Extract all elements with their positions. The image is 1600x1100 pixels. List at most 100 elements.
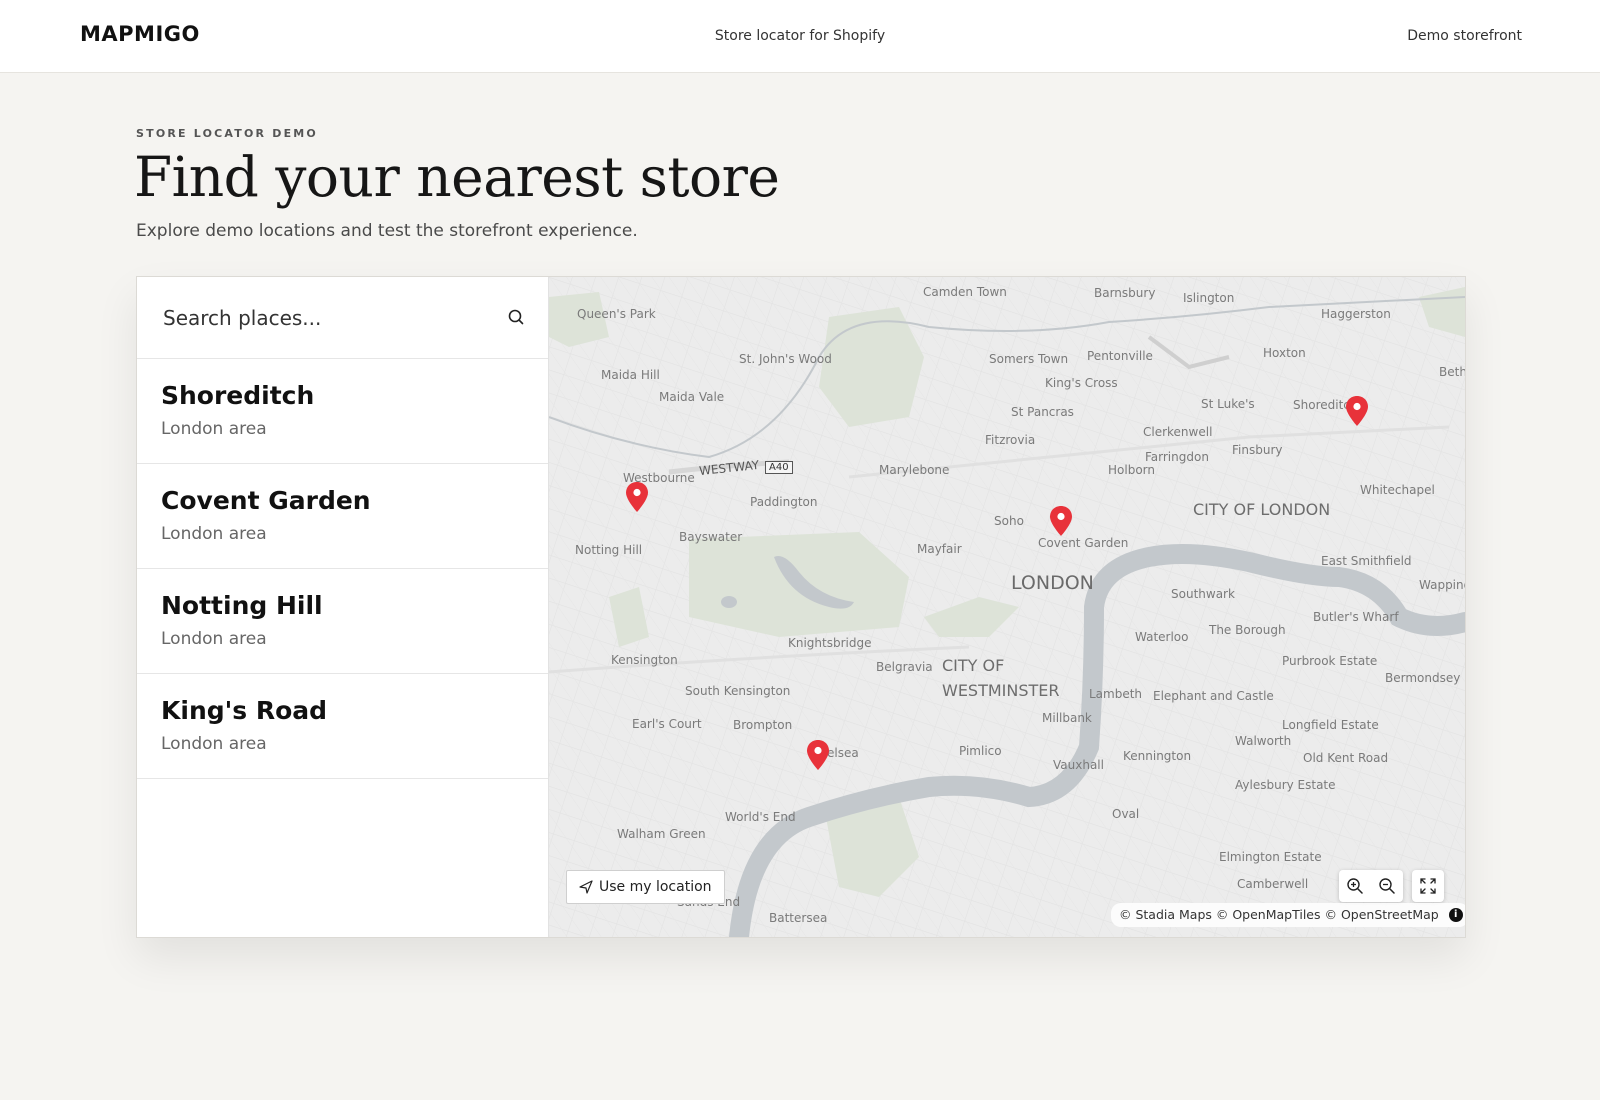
map-label: Queen's Park: [577, 307, 656, 321]
store-name: King's Road: [161, 696, 328, 725]
map-label: Knightsbridge: [788, 636, 872, 650]
search-button[interactable]: [504, 305, 528, 329]
map-label: Kensington: [611, 653, 678, 667]
map-label: Millbank: [1042, 711, 1092, 725]
demo-storefront-link[interactable]: Demo storefront: [1407, 28, 1522, 44]
map-label: Marylebone: [879, 463, 950, 477]
store-area: London area: [161, 524, 267, 544]
search-icon: [508, 309, 524, 325]
map-label: Southwark: [1171, 587, 1235, 601]
map-label: Oval: [1112, 807, 1140, 821]
map-label: St Pancras: [1011, 405, 1074, 419]
store-list-item-kings-road[interactable]: King's Road London area: [137, 674, 548, 779]
map-pin-kings-road[interactable]: [806, 739, 830, 771]
header-tagline: Store locator for Shopify: [714, 28, 886, 44]
map-label: Battersea: [769, 911, 828, 925]
map-label: The Borough: [1209, 623, 1286, 637]
use-my-location-label: Use my location: [599, 879, 712, 895]
map-label: Pentonville: [1087, 349, 1153, 363]
map-pin-covent-garden[interactable]: [1049, 505, 1073, 537]
store-locator-widget: Shoreditch London area Covent Garden Lon…: [136, 276, 1466, 938]
map-label: Waterloo: [1135, 630, 1189, 644]
store-name: Notting Hill: [161, 591, 323, 620]
map-label: Bermondsey: [1385, 671, 1461, 685]
map-label: Kennington: [1123, 749, 1192, 763]
search-input[interactable]: [161, 299, 485, 337]
map-pin-shoreditch[interactable]: [1345, 395, 1369, 427]
store-area: London area: [161, 734, 267, 754]
map-label: Old Kent Road: [1303, 751, 1389, 765]
search-bar: [137, 277, 548, 359]
store-name: Covent Garden: [161, 486, 371, 515]
map-label: Whitechapel: [1360, 483, 1435, 497]
map-label: Longfield Estate: [1282, 718, 1379, 732]
map-label: Mayfair: [917, 542, 962, 556]
zoom-out-button[interactable]: [1371, 870, 1403, 902]
map-label: Belgravia: [876, 660, 933, 674]
use-my-location-button[interactable]: Use my location: [566, 870, 725, 904]
store-list-item-notting-hill[interactable]: Notting Hill London area: [137, 569, 548, 674]
map-view[interactable]: Camden Town Barnsbury Islington Haggerst…: [549, 277, 1465, 937]
zoom-in-icon: [1347, 878, 1363, 894]
map-label: St. John's Wood: [739, 352, 832, 366]
map-label: Elephant and Castle: [1153, 689, 1274, 703]
location-arrow-icon: [579, 880, 593, 894]
map-label: LONDON: [1011, 572, 1094, 594]
map-attribution: © Stadia Maps © OpenMapTiles © OpenStree…: [1111, 903, 1465, 927]
map-label: Brompton: [733, 718, 793, 732]
map-label: East Smithfield: [1321, 554, 1412, 568]
map-label: Vauxhall: [1053, 758, 1104, 772]
map-label: Covent Garden: [1038, 536, 1129, 550]
map-label: CITY OF LONDON: [1193, 500, 1331, 519]
map-label: Purbrook Estate: [1282, 654, 1378, 668]
map-label: Barnsbury: [1094, 286, 1156, 300]
map-label: Earl's Court: [632, 717, 702, 731]
store-area: London area: [161, 419, 267, 439]
page-title: Find your nearest store: [134, 145, 780, 209]
attribution-text: © Stadia Maps © OpenMapTiles © OpenStree…: [1119, 907, 1439, 922]
map-label: Notting Hill: [575, 543, 643, 557]
map-label: WESTMINSTER: [942, 681, 1060, 700]
zoom-out-icon: [1379, 878, 1395, 894]
store-area: London area: [161, 629, 267, 649]
map-label: Walworth: [1235, 734, 1292, 748]
map-label: Bethn: [1439, 365, 1465, 379]
map-label: Pimlico: [959, 744, 1002, 758]
map-label: Farringdon: [1145, 450, 1209, 464]
map-label: Fitzrovia: [985, 433, 1036, 447]
map-label: South Kensington: [685, 684, 791, 698]
page-subtitle: Explore demo locations and test the stor…: [136, 221, 638, 241]
map-label: Camberwell: [1237, 877, 1309, 891]
map-label: Bayswater: [679, 530, 743, 544]
top-navbar: MAPMIGO Store locator for Shopify Demo s…: [0, 0, 1600, 73]
map-label: Elmington Estate: [1219, 850, 1322, 864]
info-icon[interactable]: i: [1448, 908, 1463, 922]
fullscreen-button[interactable]: [1412, 870, 1444, 902]
store-list-panel: Shoreditch London area Covent Garden Lon…: [137, 277, 549, 937]
map-label: Lambeth: [1089, 687, 1143, 701]
store-list-item-covent-garden[interactable]: Covent Garden London area: [137, 464, 548, 569]
map-label: Aylesbury Estate: [1235, 778, 1336, 792]
map-label: Maida Vale: [659, 390, 725, 404]
map-label: Hoxton: [1263, 346, 1306, 360]
store-list-item-shoreditch[interactable]: Shoreditch London area: [137, 359, 548, 464]
map-pin-notting-hill[interactable]: [625, 481, 649, 513]
map-label: Soho: [994, 514, 1024, 528]
map-label: Islington: [1183, 291, 1235, 305]
road-shield: A40: [765, 461, 793, 474]
map-label: Clerkenwell: [1143, 425, 1213, 439]
zoom-controls: [1339, 870, 1403, 902]
map-label: Paddington: [750, 495, 818, 509]
map-label: St Luke's: [1201, 397, 1255, 411]
map-label: Camden Town: [923, 285, 1007, 299]
map-label: Haggerston: [1321, 307, 1391, 321]
map-label: King's Cross: [1045, 376, 1118, 390]
map-label: Walham Green: [617, 827, 706, 841]
map-label: Wapping: [1419, 578, 1465, 592]
map-label: World's End: [725, 810, 796, 824]
map-label: Maida Hill: [601, 368, 660, 382]
fullscreen-icon: [1420, 878, 1436, 894]
map-label: Butler's Wharf: [1313, 610, 1399, 624]
zoom-in-button[interactable]: [1339, 870, 1371, 902]
map-label: CITY OF: [942, 656, 1005, 675]
